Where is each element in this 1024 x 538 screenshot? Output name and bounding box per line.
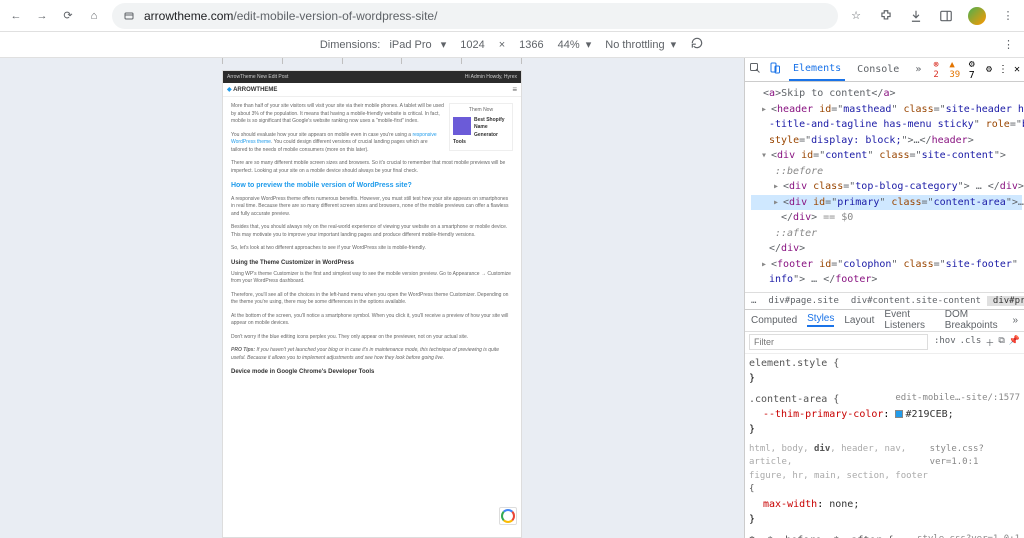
- device-toggle-icon[interactable]: [769, 62, 781, 77]
- site-info-icon[interactable]: [122, 9, 136, 23]
- body-text: So, let's look at two different approach…: [231, 245, 513, 253]
- pin-icon[interactable]: 📌: [1009, 336, 1020, 349]
- close-icon[interactable]: ✕: [1014, 64, 1020, 75]
- site-logo[interactable]: ◆ ARROWTHEME: [227, 86, 277, 93]
- chevron-down-icon: ▾: [441, 38, 447, 51]
- tab-console[interactable]: Console: [853, 58, 903, 81]
- device-viewport: ArrowTheme New Edit PostHi Admin Howdy, …: [0, 58, 744, 538]
- browser-toolbar: ← → ⟳ ⌂ arrowtheme.com/edit-mobile-versi…: [0, 0, 1024, 32]
- home-icon[interactable]: ⌂: [86, 8, 102, 24]
- body-text: PRO Tips: If you haven't yet launched yo…: [231, 347, 513, 362]
- subheading: Using the Theme Customizer in WordPress: [231, 259, 513, 268]
- devtools-menu-icon[interactable]: ⋮: [998, 64, 1008, 75]
- body-text: There are so many different mobile scree…: [231, 160, 513, 175]
- tab-elements[interactable]: Elements: [789, 58, 845, 81]
- warning-badge[interactable]: ▲ 39: [949, 60, 962, 80]
- recaptcha-badge[interactable]: [499, 507, 517, 525]
- dom-selected-node[interactable]: ▸<div id="primary" class="content-area">…: [751, 195, 1022, 211]
- height-input[interactable]: 1366: [519, 39, 543, 51]
- heading: How to preview the mobile version of Wor…: [231, 181, 513, 192]
- dim-sep: ×: [499, 39, 505, 51]
- device-toolbar: Dimensions: iPad Pro ▾ 1024 × 1366 44% ▾…: [0, 32, 1024, 58]
- copy-icon[interactable]: ⧉: [998, 336, 1004, 349]
- styles-subtabs: Computed Styles Layout Event Listeners D…: [745, 310, 1024, 332]
- breadcrumb[interactable]: … div#page.site div#content.site-content…: [745, 292, 1024, 310]
- zoom-select[interactable]: 44% ▾: [558, 38, 592, 51]
- subtab-dom[interactable]: DOM Breakpoints: [945, 309, 1003, 331]
- styles-filter-input[interactable]: [749, 334, 928, 350]
- device-select[interactable]: Dimensions: iPad Pro ▾: [320, 38, 446, 51]
- issues-badge[interactable]: ⚙ 7: [969, 59, 980, 81]
- download-icon[interactable]: [908, 8, 924, 24]
- simulated-page[interactable]: ArrowTheme New Edit PostHi Admin Howdy, …: [222, 70, 522, 538]
- new-rule-icon[interactable]: ＋: [985, 336, 994, 349]
- subheading: Device mode in Google Chrome's Developer…: [231, 368, 513, 377]
- body-text: Besides that, you should always rely on …: [231, 224, 513, 239]
- sidepanel-icon[interactable]: [938, 8, 954, 24]
- styles-pane[interactable]: element.style {} .content-area {edit-mob…: [745, 354, 1024, 538]
- error-badge[interactable]: ⊗ 2: [933, 60, 943, 80]
- inspect-icon[interactable]: [749, 62, 761, 77]
- settings-icon[interactable]: ⚙: [986, 64, 992, 75]
- forward-icon[interactable]: →: [34, 8, 50, 24]
- card-thumb: [453, 117, 471, 135]
- subtab-events[interactable]: Event Listeners: [884, 309, 934, 331]
- body-text: Don't worry if the blue editing icons pe…: [231, 334, 513, 342]
- width-input[interactable]: 1024: [460, 39, 484, 51]
- sidebar-card[interactable]: Them Now Best Shopify Name Generator Too…: [449, 103, 513, 151]
- dom-tree[interactable]: <a>Skip to content</a> ▸<header id="mast…: [745, 82, 1024, 292]
- subtab-styles[interactable]: Styles: [807, 313, 834, 327]
- body-text: Using WP's theme Customizer is the first…: [231, 271, 513, 286]
- menu-icon[interactable]: ⋮: [1000, 8, 1016, 24]
- site-header: ◆ ARROWTHEME ≡: [223, 83, 521, 97]
- url-text: arrowtheme.com/edit-mobile-version-of-wo…: [144, 9, 437, 23]
- rotate-icon[interactable]: [690, 36, 704, 53]
- hamburger-icon[interactable]: ≡: [512, 85, 517, 94]
- hov-toggle[interactable]: :hov: [934, 336, 956, 349]
- wp-admin-bar[interactable]: ArrowTheme New Edit PostHi Admin Howdy, …: [223, 71, 521, 83]
- back-icon[interactable]: ←: [8, 8, 24, 24]
- device-more-icon[interactable]: ⋮: [1003, 38, 1014, 51]
- devtools-tabs: Elements Console » ⊗ 2 ▲ 39 ⚙ 7 ⚙ ⋮ ✕: [745, 58, 1024, 82]
- profile-avatar[interactable]: [968, 7, 986, 25]
- subtab-layout[interactable]: Layout: [844, 315, 874, 326]
- url-bar[interactable]: arrowtheme.com/edit-mobile-version-of-wo…: [112, 3, 838, 29]
- cls-toggle[interactable]: .cls: [960, 336, 982, 349]
- tab-more[interactable]: »: [911, 58, 925, 81]
- devtools-panel: Elements Console » ⊗ 2 ▲ 39 ⚙ 7 ⚙ ⋮ ✕ <a…: [744, 58, 1024, 538]
- subtab-computed[interactable]: Computed: [751, 315, 797, 326]
- reload-icon[interactable]: ⟳: [60, 8, 76, 24]
- body-text: Therefore, you'll see all of the choices…: [231, 292, 513, 307]
- body-text: At the bottom of the screen, you'll noti…: [231, 313, 513, 328]
- throttling-select[interactable]: No throttling ▾: [605, 38, 676, 51]
- body-text: A responsive WordPress theme offers nume…: [231, 196, 513, 219]
- extensions-icon[interactable]: [878, 8, 894, 24]
- bookmark-icon[interactable]: ☆: [848, 8, 864, 24]
